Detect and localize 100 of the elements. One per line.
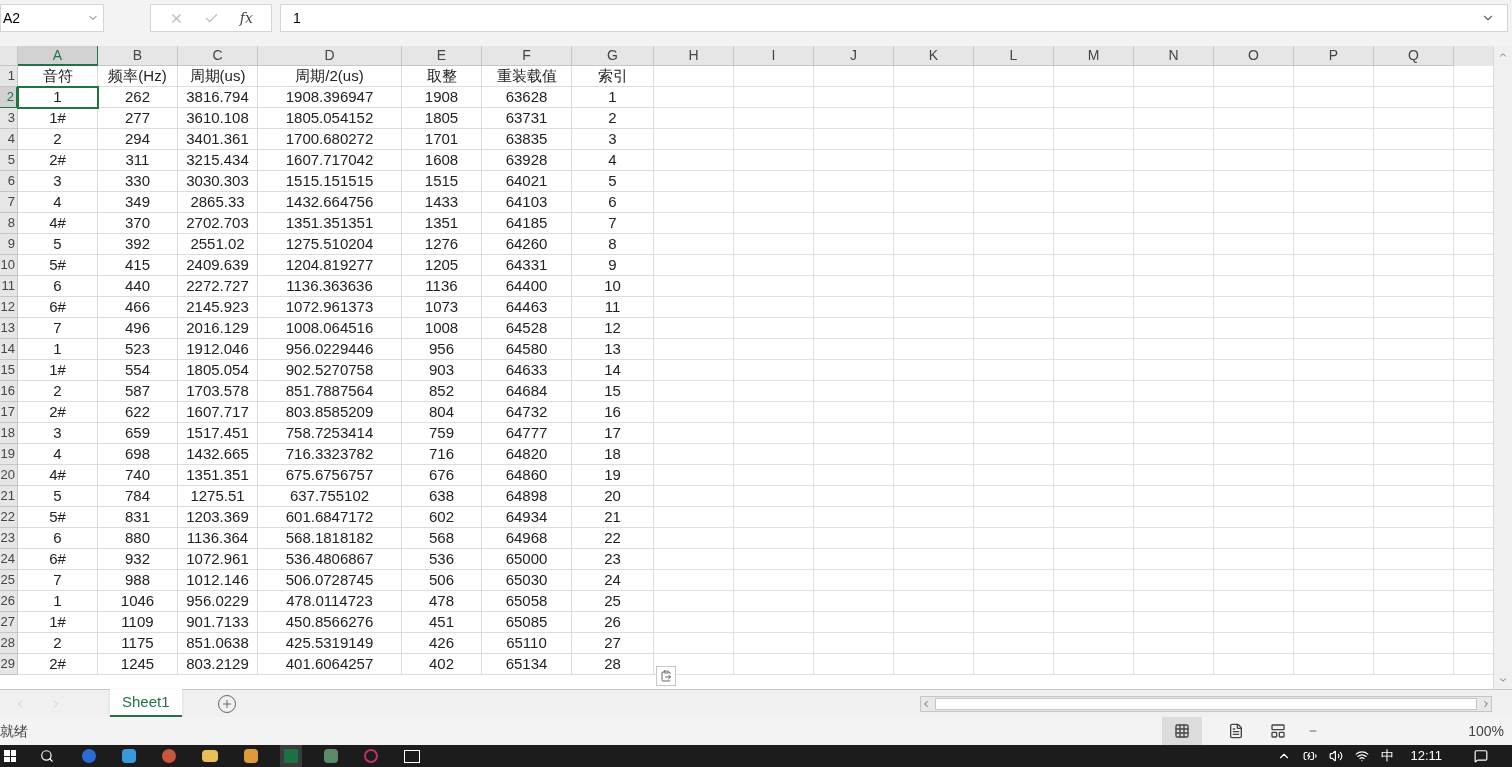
- scrollbar-thumb[interactable]: [935, 697, 1477, 710]
- row-header[interactable]: 4: [0, 129, 18, 150]
- empty-cell-strip[interactable]: [654, 339, 1493, 360]
- column-header[interactable]: G: [572, 46, 654, 66]
- empty-cell-strip[interactable]: [654, 465, 1493, 486]
- app-icon[interactable]: [162, 749, 176, 763]
- row-header[interactable]: 22: [0, 507, 18, 528]
- empty-cell-strip[interactable]: [654, 507, 1493, 528]
- image-viewer-icon[interactable]: [404, 749, 420, 763]
- column-header[interactable]: C: [178, 46, 258, 66]
- vertical-scrollbar[interactable]: [1493, 46, 1512, 689]
- column-header[interactable]: Q: [1374, 46, 1454, 66]
- empty-cell-strip[interactable]: [654, 549, 1493, 570]
- row-header[interactable]: 10: [0, 255, 18, 276]
- row-header[interactable]: 15: [0, 360, 18, 381]
- row-header[interactable]: 18: [0, 423, 18, 444]
- app-icon[interactable]: [324, 749, 338, 763]
- empty-cell-strip[interactable]: [654, 612, 1493, 633]
- empty-cell-strip[interactable]: [654, 444, 1493, 465]
- empty-cell-strip[interactable]: [654, 360, 1493, 381]
- column-header[interactable]: A: [18, 46, 98, 66]
- row-header[interactable]: 21: [0, 486, 18, 507]
- column-header[interactable]: H: [654, 46, 734, 66]
- page-break-icon[interactable]: [1270, 723, 1287, 739]
- row-header[interactable]: 17: [0, 402, 18, 423]
- column-header[interactable]: D: [258, 46, 402, 66]
- empty-cell-strip[interactable]: [654, 381, 1493, 402]
- input-method-indicator[interactable]: 中: [1381, 746, 1395, 766]
- empty-cell-strip[interactable]: [654, 192, 1493, 213]
- empty-cell-strip[interactable]: [654, 591, 1493, 612]
- normal-view-icon[interactable]: [1174, 723, 1191, 739]
- app-icon[interactable]: [364, 749, 378, 763]
- name-box[interactable]: A2: [0, 4, 104, 32]
- empty-cell-strip[interactable]: [654, 66, 1493, 87]
- app-icon[interactable]: [82, 749, 96, 763]
- empty-cell-strip[interactable]: [654, 318, 1493, 339]
- zoom-level[interactable]: 100%: [1468, 720, 1504, 742]
- paste-options-button[interactable]: [656, 666, 676, 686]
- column-header[interactable]: O: [1214, 46, 1294, 66]
- empty-cell-strip[interactable]: [654, 654, 1493, 675]
- row-header[interactable]: 5: [0, 150, 18, 171]
- battery-icon[interactable]: [1303, 749, 1318, 763]
- row-header[interactable]: 25: [0, 570, 18, 591]
- row-header[interactable]: 8: [0, 213, 18, 234]
- empty-cell-strip[interactable]: [654, 297, 1493, 318]
- empty-cell-strip[interactable]: [654, 570, 1493, 591]
- column-header[interactable]: L: [974, 46, 1054, 66]
- app-icon[interactable]: [244, 749, 258, 763]
- scroll-left-icon[interactable]: [921, 698, 931, 709]
- empty-cell-strip[interactable]: [654, 276, 1493, 297]
- row-header[interactable]: 16: [0, 381, 18, 402]
- empty-cell-strip[interactable]: [654, 234, 1493, 255]
- insert-function-button[interactable]: fx: [239, 7, 253, 29]
- column-header[interactable]: F: [482, 46, 572, 66]
- column-header[interactable]: I: [734, 46, 814, 66]
- volume-icon[interactable]: [1329, 749, 1344, 763]
- row-header[interactable]: 7: [0, 192, 18, 213]
- scroll-up-icon[interactable]: [1498, 50, 1508, 60]
- horizontal-scrollbar[interactable]: [920, 695, 1492, 712]
- notification-icon[interactable]: [1474, 749, 1488, 763]
- column-header[interactable]: J: [814, 46, 894, 66]
- formula-field[interactable]: 1: [280, 4, 1508, 32]
- column-header[interactable]: B: [98, 46, 178, 66]
- row-header[interactable]: 2: [0, 87, 18, 108]
- app-icon[interactable]: [122, 749, 136, 763]
- row-header[interactable]: 19: [0, 444, 18, 465]
- column-header[interactable]: M: [1054, 46, 1134, 66]
- row-header[interactable]: 24: [0, 549, 18, 570]
- empty-cell-strip[interactable]: [654, 171, 1493, 192]
- clock[interactable]: 12:11: [1410, 746, 1442, 766]
- wifi-icon[interactable]: [1355, 749, 1370, 763]
- empty-cell-strip[interactable]: [654, 108, 1493, 129]
- empty-cell-strip[interactable]: [654, 255, 1493, 276]
- row-header[interactable]: 13: [0, 318, 18, 339]
- row-header[interactable]: 11: [0, 276, 18, 297]
- row-header[interactable]: 29: [0, 654, 18, 675]
- row-header[interactable]: 3: [0, 108, 18, 129]
- empty-cell-strip[interactable]: [654, 423, 1493, 444]
- empty-cell-strip[interactable]: [654, 213, 1493, 234]
- app-icon[interactable]: [280, 745, 302, 767]
- page-layout-icon[interactable]: [1228, 723, 1245, 739]
- column-header[interactable]: K: [894, 46, 974, 66]
- empty-cell-strip[interactable]: [654, 633, 1493, 654]
- column-header[interactable]: N: [1134, 46, 1214, 66]
- row-header[interactable]: 14: [0, 339, 18, 360]
- folder-icon[interactable]: [202, 750, 218, 762]
- row-header[interactable]: 6: [0, 171, 18, 192]
- empty-cell-strip[interactable]: [654, 129, 1493, 150]
- row-header[interactable]: 27: [0, 612, 18, 633]
- row-header[interactable]: 12: [0, 297, 18, 318]
- row-header[interactable]: 26: [0, 591, 18, 612]
- row-header[interactable]: 1: [0, 66, 18, 87]
- row-header[interactable]: 20: [0, 465, 18, 486]
- sheet-tab[interactable]: Sheet1: [110, 689, 182, 717]
- empty-cell-strip[interactable]: [654, 486, 1493, 507]
- row-header[interactable]: 28: [0, 633, 18, 654]
- scroll-down-icon[interactable]: [1498, 675, 1508, 685]
- empty-cell-strip[interactable]: [654, 150, 1493, 171]
- scroll-right-icon[interactable]: [1481, 698, 1491, 709]
- column-header[interactable]: E: [402, 46, 482, 66]
